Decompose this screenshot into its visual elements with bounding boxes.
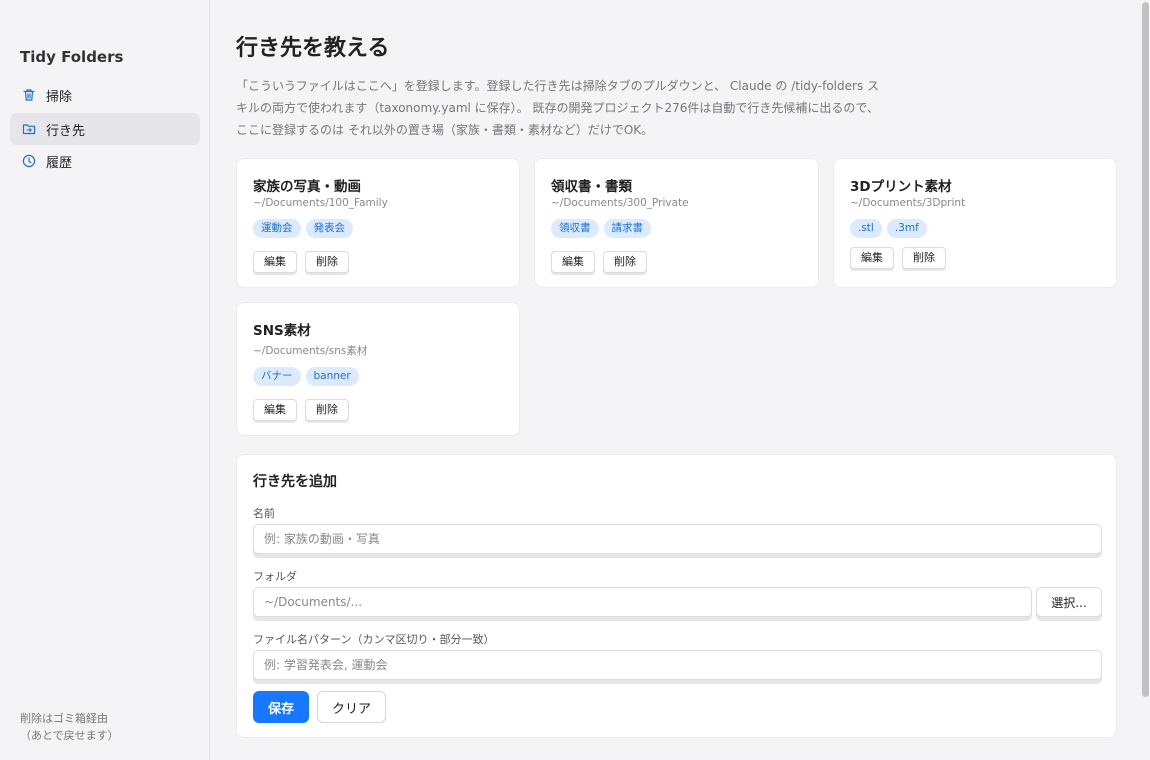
footer-note: （あとで戻せます） bbox=[20, 729, 119, 742]
sidebar-item-history[interactable]: 履歴 bbox=[10, 145, 200, 177]
footer-note: 削除はゴミ箱経由 bbox=[20, 712, 108, 725]
pattern-tag: .3mf bbox=[886, 219, 927, 238]
select-folder-button[interactable]: 選択... bbox=[1036, 587, 1102, 617]
card-actions: 編集 削除 bbox=[253, 251, 349, 273]
delete-button[interactable]: 削除 bbox=[305, 399, 349, 421]
pattern-tag: 領収書 bbox=[551, 219, 599, 238]
pattern-label: ファイル名パターン（カンマ区切り・部分一致） bbox=[253, 633, 495, 646]
tag-list: 領収書 請求書 bbox=[551, 219, 651, 238]
tag-list: 運動会 発表会 bbox=[253, 219, 353, 238]
destination-card: 家族の写真・動画 ~/Documents/100_Family 運動会 発表会 … bbox=[236, 158, 520, 288]
folder-label: フォルダ bbox=[253, 570, 297, 583]
name-label: 名前 bbox=[253, 507, 275, 520]
form-title: 行き先を追加 bbox=[253, 474, 337, 490]
card-title: 領収書・書類 bbox=[551, 179, 632, 195]
card-actions: 編集 削除 bbox=[850, 247, 946, 269]
pattern-tag: 発表会 bbox=[305, 219, 353, 238]
app-title: Tidy Folders bbox=[20, 48, 124, 66]
edit-button[interactable]: 編集 bbox=[551, 251, 595, 273]
sidebar-item-destinations[interactable]: 行き先 bbox=[10, 113, 200, 145]
card-path: ~/Documents/sns素材 bbox=[253, 345, 368, 357]
clear-button[interactable]: クリア bbox=[317, 691, 386, 723]
page-title: 行き先を教える bbox=[236, 36, 390, 61]
destination-card: SNS素材 ~/Documents/sns素材 バナー banner 編集 削除 bbox=[236, 302, 520, 436]
card-path: ~/Documents/3Dprint bbox=[850, 197, 966, 209]
card-title: SNS素材 bbox=[253, 323, 311, 339]
delete-button[interactable]: 削除 bbox=[305, 251, 349, 273]
destination-card: 3Dプリント素材 ~/Documents/3Dprint .stl .3mf 編… bbox=[833, 158, 1117, 288]
pattern-tag: .stl bbox=[850, 219, 882, 238]
sidebar-footer: 削除はゴミ箱経由 （あとで戻せます） bbox=[20, 710, 119, 744]
folder-input[interactable] bbox=[253, 587, 1032, 617]
card-path: ~/Documents/100_Family bbox=[253, 197, 388, 209]
main-content: 行き先を教える 「こういうファイルはここへ」を登録します。登録した行き先は掃除タ… bbox=[211, 0, 1140, 760]
pattern-tag: banner bbox=[305, 367, 359, 386]
card-title: 家族の写真・動画 bbox=[253, 179, 361, 195]
card-actions: 編集 削除 bbox=[253, 399, 349, 421]
delete-button[interactable]: 削除 bbox=[902, 247, 946, 269]
sidebar-item-label: 履歴 bbox=[46, 155, 73, 171]
trash-icon bbox=[22, 88, 36, 102]
folder-arrow-icon bbox=[22, 122, 36, 136]
card-actions: 編集 削除 bbox=[551, 251, 647, 273]
pattern-tag: バナー bbox=[253, 367, 301, 386]
pattern-tag: 運動会 bbox=[253, 219, 301, 238]
card-title: 3Dプリント素材 bbox=[850, 179, 952, 195]
delete-button[interactable]: 削除 bbox=[603, 251, 647, 273]
pattern-input[interactable] bbox=[253, 650, 1102, 680]
clock-icon bbox=[22, 154, 36, 168]
tag-list: バナー banner bbox=[253, 367, 359, 386]
card-path: ~/Documents/300_Private bbox=[551, 197, 689, 209]
edit-button[interactable]: 編集 bbox=[253, 251, 297, 273]
edit-button[interactable]: 編集 bbox=[253, 399, 297, 421]
sidebar-item-label: 掃除 bbox=[46, 89, 73, 105]
save-button[interactable]: 保存 bbox=[253, 691, 309, 723]
edit-button[interactable]: 編集 bbox=[850, 247, 894, 269]
sidebar-item-cleanup[interactable]: 掃除 bbox=[10, 79, 200, 111]
add-destination-form: 行き先を追加 名前 フォルダ 選択... ファイル名パターン（カンマ区切り・部分… bbox=[236, 454, 1117, 738]
tag-list: .stl .3mf bbox=[850, 219, 927, 238]
page-description: 「こういうファイルはここへ」を登録します。登録した行き先は掃除タブのプルダウンと… bbox=[236, 79, 880, 137]
sidebar-item-label: 行き先 bbox=[46, 123, 86, 139]
destination-card: 領収書・書類 ~/Documents/300_Private 領収書 請求書 編… bbox=[534, 158, 819, 288]
scrollbar-thumb[interactable] bbox=[1142, 2, 1149, 697]
pattern-tag: 請求書 bbox=[603, 219, 651, 238]
sidebar: Tidy Folders 掃除 行き先 履歴 削除はゴミ箱経由 （あとで戻せます… bbox=[0, 0, 210, 760]
name-input[interactable] bbox=[253, 524, 1102, 554]
